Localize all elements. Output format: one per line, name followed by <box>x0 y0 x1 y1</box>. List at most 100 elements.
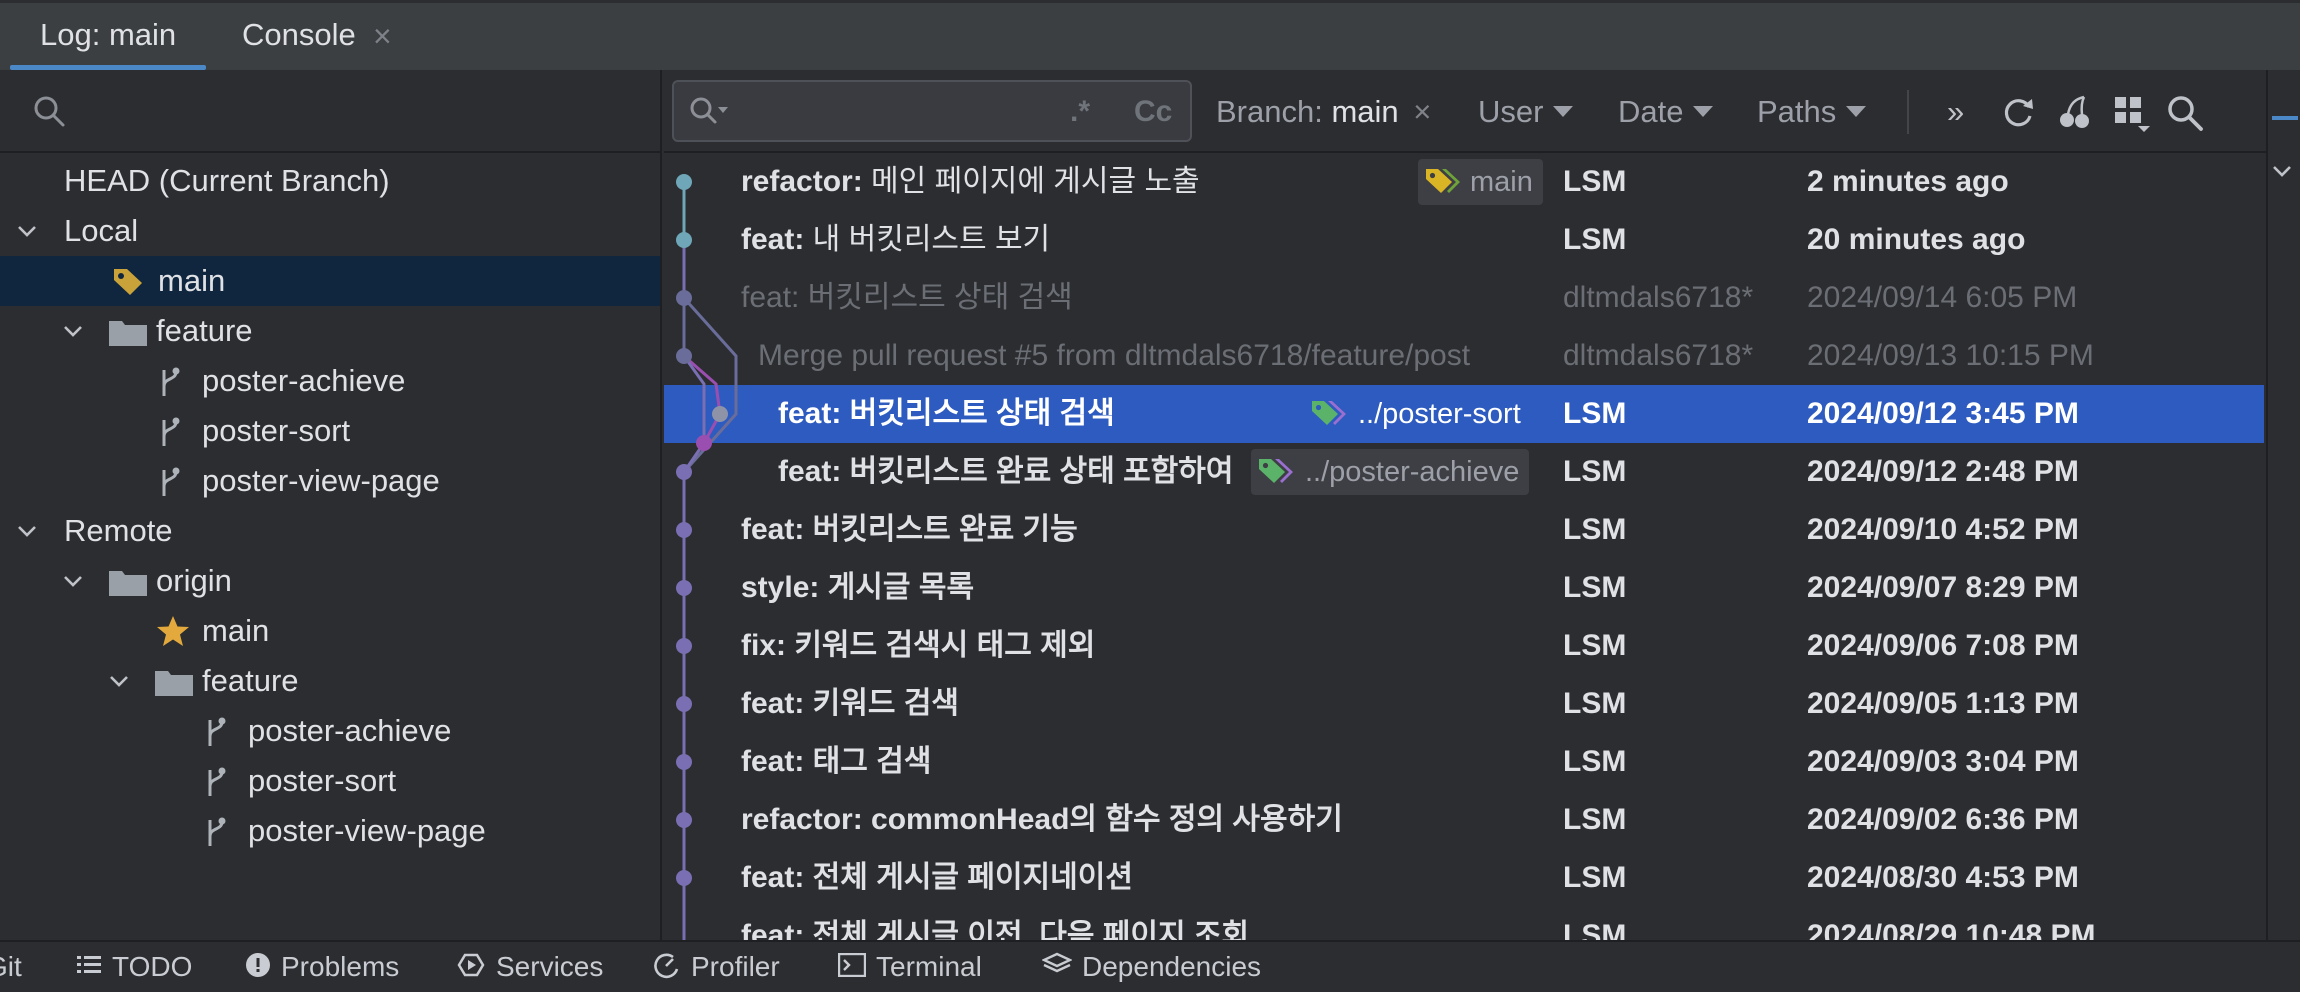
tree-item-origin-main[interactable]: main <box>0 606 660 656</box>
chevron-down-icon[interactable] <box>62 570 84 592</box>
search-options-icon[interactable] <box>688 95 730 129</box>
folder-icon <box>108 567 148 597</box>
dependencies-icon <box>1042 952 1072 972</box>
commit-row[interactable]: style: 게시글 목록 LSM 2024/09/07 8:29 PM <box>664 559 2264 617</box>
tree-item-local-poster-sort[interactable]: poster-sort <box>0 406 660 456</box>
cherry-pick-icon[interactable] <box>2057 94 2093 130</box>
tree-item-local-poster-view-page[interactable]: poster-view-page <box>0 456 660 506</box>
services-icon <box>457 953 485 976</box>
tab-close-icon[interactable]: × <box>373 3 392 70</box>
tree-folder-local-feature[interactable]: feature <box>0 306 660 356</box>
branches-panel: HEAD (Current Branch) Local main feature… <box>0 70 662 940</box>
tab-console[interactable]: Console <box>242 3 356 70</box>
chevron-down-icon[interactable] <box>16 220 38 242</box>
branch-icon <box>158 416 182 448</box>
tree-item-origin-poster-view-page[interactable]: poster-view-page <box>0 806 660 856</box>
tool-dependencies[interactable]: Dependencies <box>1042 942 1261 982</box>
chevron-down-icon[interactable] <box>62 320 84 342</box>
commit-row-selected[interactable]: feat: 버킷리스트 상태 검색 ../poster-sort LSM 202… <box>664 385 2264 443</box>
refresh-icon[interactable] <box>2000 94 2036 130</box>
commit-node <box>676 522 692 538</box>
grid-options-icon[interactable] <box>2112 94 2152 134</box>
toolbar-separator <box>1907 90 1909 134</box>
commit-row[interactable]: feat: 키워드 검색 LSM 2024/09/05 1:13 PM <box>664 675 2264 733</box>
tag-icon <box>1426 169 1460 194</box>
tree-group-local[interactable]: Local <box>0 206 660 256</box>
tool-services[interactable]: Services <box>456 942 603 982</box>
tree-folder-origin-feature[interactable]: feature <box>0 656 660 706</box>
log-toolbar: .* Cc Branch: main × User Date Paths » <box>664 70 2300 153</box>
tool-git[interactable]: Git <box>0 942 22 982</box>
commit-row[interactable]: refactor: commonHead의 함수 정의 사용하기 LSM 202… <box>664 791 2264 849</box>
branch-icon <box>158 466 182 498</box>
tree-item-local-main[interactable]: main <box>0 256 660 306</box>
commit-row[interactable]: feat: 태그 검색 LSM 2024/09/03 3:04 PM <box>664 733 2264 791</box>
caret-down-icon <box>1553 106 1574 118</box>
tag-icon <box>112 266 144 296</box>
commit-row[interactable]: feat: 전체 게시글 이전, 다음 페이지 조회 LSM 2024/08/2… <box>664 907 2264 940</box>
commit-node <box>676 754 692 770</box>
log-search-field[interactable]: .* Cc <box>672 80 1192 142</box>
commit-row[interactable]: feat: 전체 게시글 페이지네이션 LSM 2024/08/30 4:53 … <box>664 849 2264 907</box>
tag-icon <box>1259 459 1293 484</box>
commit-node <box>676 580 692 596</box>
tag-icon <box>1312 401 1346 426</box>
chevron-down-icon[interactable] <box>2270 162 2294 182</box>
tree-folder-origin[interactable]: origin <box>0 556 660 606</box>
commit-row[interactable]: Merge pull request #5 from dltmdals6718/… <box>664 327 2264 385</box>
clear-filter-icon[interactable]: × <box>1413 94 1431 129</box>
more-actions-icon[interactable]: » <box>1947 70 1964 153</box>
commit-node <box>676 290 692 306</box>
details-marker <box>2272 116 2298 120</box>
commit-row[interactable]: feat: 버킷리스트 완료 기능 LSM 2024/09/10 4:52 PM <box>664 501 2264 559</box>
tool-profiler[interactable]: Profiler <box>651 942 780 982</box>
chevron-down-icon[interactable] <box>16 520 38 542</box>
tree-item-local-poster-achieve[interactable]: poster-achieve <box>0 356 660 406</box>
tab-log-main[interactable]: Log: main <box>9 3 207 70</box>
branch-icon <box>158 366 182 398</box>
search-icon[interactable] <box>2166 94 2204 132</box>
regex-toggle[interactable]: .* <box>1070 82 1090 140</box>
tool-window-bar: Git TODO Problems Services Profiler Term… <box>0 940 2300 982</box>
commit-node <box>676 696 692 712</box>
profiler-icon <box>654 953 679 978</box>
terminal-icon <box>838 952 866 977</box>
commit-node <box>676 870 692 886</box>
commit-node <box>676 638 692 654</box>
commit-node <box>676 812 692 828</box>
commit-row[interactable]: feat: 버킷리스트 상태 검색 dltmdals6718* 2024/09/… <box>664 269 2264 327</box>
commit-row[interactable]: fix: 키워드 검색시 태그 제외 LSM 2024/09/06 7:08 P… <box>664 617 2264 675</box>
commit-graph <box>676 174 738 940</box>
commit-row[interactable]: feat: 내 버킷리스트 보기 LSM 20 minutes ago <box>664 211 2264 269</box>
tree-item-head[interactable]: HEAD (Current Branch) <box>0 156 660 206</box>
commit-row[interactable]: feat: 버킷리스트 완료 상태 포함하여 조회 ../poster-achi… <box>664 443 2264 501</box>
branch-label: main <box>1418 159 1543 205</box>
tree-item-origin-poster-sort[interactable]: poster-sort <box>0 756 660 806</box>
commit-node <box>712 406 728 422</box>
tree-group-remote[interactable]: Remote <box>0 506 660 556</box>
tool-todo[interactable]: TODO <box>76 942 192 982</box>
branches-search-field[interactable] <box>0 70 660 153</box>
branch-label: ../poster-achieve <box>1251 449 1530 495</box>
branch-filter[interactable]: Branch: main × <box>1216 70 1431 153</box>
folder-icon <box>154 667 194 697</box>
commit-node <box>676 464 692 480</box>
paths-filter-dropdown[interactable]: Paths <box>1757 70 1867 153</box>
tool-window-tab-bar: Log: main Console × <box>0 0 2300 70</box>
branch-label: ../poster-sort <box>1304 391 1531 437</box>
commit-node <box>676 232 692 248</box>
problems-icon <box>246 952 270 977</box>
chevron-down-icon[interactable] <box>108 670 130 692</box>
tool-terminal[interactable]: Terminal <box>838 942 982 982</box>
tree-item-origin-poster-achieve[interactable]: poster-achieve <box>0 706 660 756</box>
search-icon <box>32 94 66 128</box>
match-case-toggle[interactable]: Cc <box>1134 82 1172 140</box>
tool-problems[interactable]: Problems <box>245 942 399 982</box>
caret-down-icon <box>1693 106 1714 118</box>
user-filter-dropdown[interactable]: User <box>1478 70 1574 153</box>
commit-node <box>676 348 692 364</box>
date-filter-dropdown[interactable]: Date <box>1618 70 1714 153</box>
commit-row[interactable]: refactor: 메인 페이지에 게시글 노출 main LSM 2 minu… <box>664 153 2264 211</box>
details-collapsed-strip <box>2266 70 2300 940</box>
branch-icon <box>204 716 228 748</box>
